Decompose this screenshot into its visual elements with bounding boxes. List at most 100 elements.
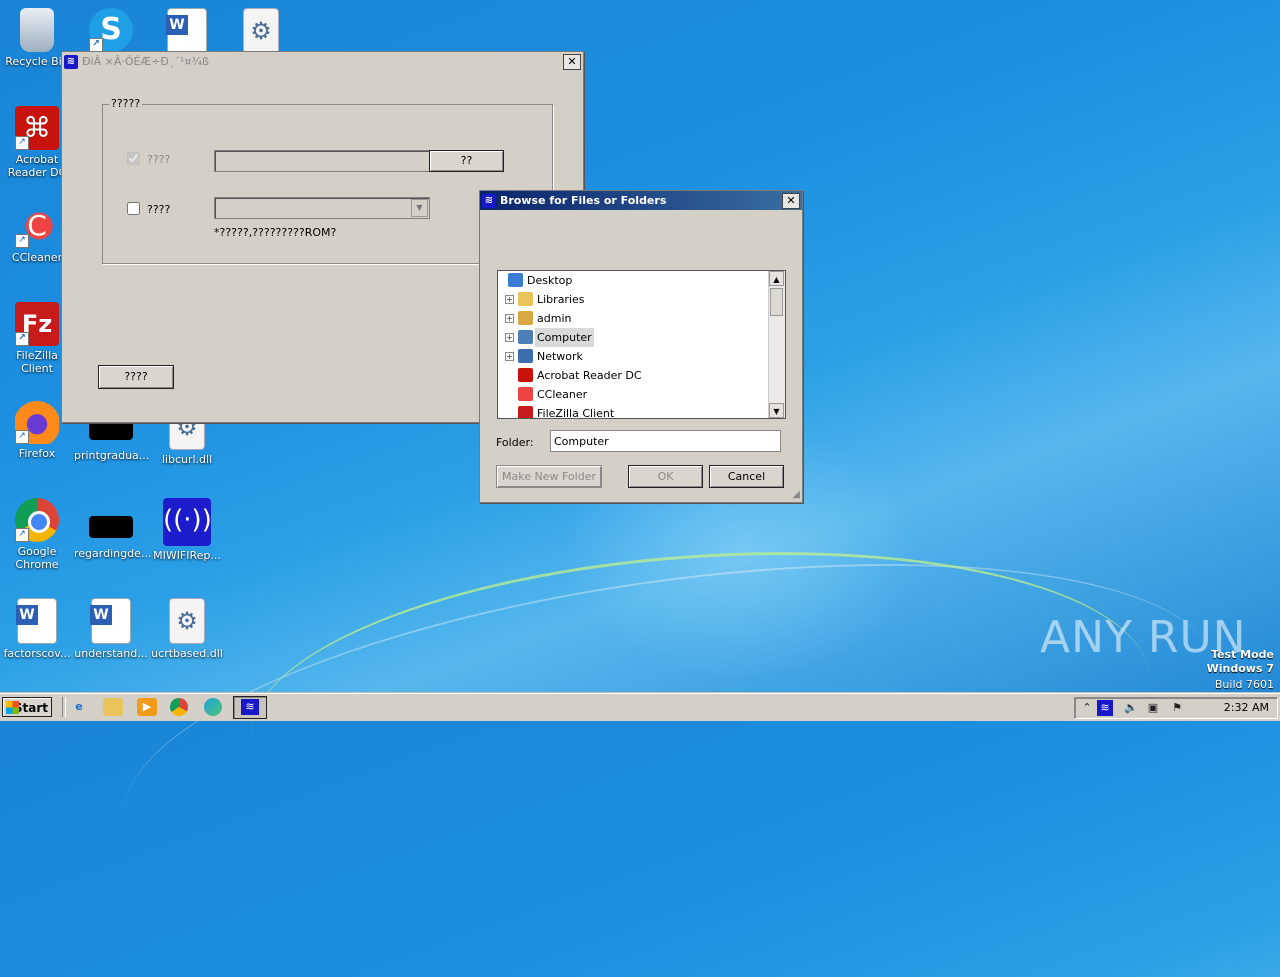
media-player-icon[interactable]: ▶ (137, 698, 157, 716)
app-action-button[interactable]: ???? (98, 365, 174, 389)
edge-icon[interactable] (204, 698, 222, 716)
desktop-icon-label: regardingde... (74, 547, 152, 560)
option2-dropdown[interactable]: ▼ (214, 197, 430, 219)
ok-button[interactable]: OK (628, 465, 703, 488)
option1-checkbox[interactable] (127, 152, 140, 165)
folder-input[interactable] (550, 430, 781, 452)
start-button[interactable]: Start (2, 697, 52, 717)
show-hidden-icons-icon[interactable]: ⌃ (1079, 700, 1095, 716)
tree-item-label: Desktop (527, 274, 573, 287)
tree-item-label: Network (537, 350, 583, 363)
desktop-icon-label: Google Chrome (15, 545, 59, 571)
option2-label: ???? (147, 203, 171, 216)
option1-label: ???? (147, 153, 171, 166)
chrome-icon[interactable] (170, 698, 188, 716)
scroll-down-icon[interactable]: ▼ (769, 403, 784, 418)
desktop-icon-label: factorscov... (3, 647, 71, 660)
desktop-icon-label: libcurl.dll (161, 453, 213, 466)
network-icon (518, 349, 533, 363)
desktop-icon-label: Firefox (18, 447, 56, 460)
option1-browse-button[interactable]: ?? (429, 150, 504, 172)
desktop-icon (508, 273, 523, 287)
shortcut-arrow-icon: ↗ (15, 136, 29, 150)
taskbar-app-button[interactable]: ≋ (233, 696, 267, 719)
expand-icon[interactable]: + (505, 352, 514, 361)
shortcut-arrow-icon: ↗ (15, 430, 29, 444)
ccleaner-icon: C ↗ (15, 204, 59, 248)
tree-item-filezilla[interactable]: FileZilla Client (498, 404, 766, 419)
option2-checkbox[interactable] (127, 202, 140, 215)
desktop-icon-dll[interactable]: ⚙ (224, 8, 298, 57)
browse-dialog: ≋ Browse for Files or Folders ✕ Desktop … (479, 190, 803, 503)
action-center-flag-icon[interactable]: ⚑ (1169, 700, 1185, 716)
tree-item-desktop[interactable]: Desktop (498, 271, 766, 290)
tree-item-label: Libraries (537, 293, 585, 306)
browse-dialog-title: Browse for Files or Folders (500, 194, 667, 207)
desktop-icon-label: understand... (74, 647, 148, 660)
folder-tree[interactable]: Desktop + Libraries + admin + Computer +… (497, 270, 786, 419)
explorer-folder-icon[interactable] (103, 698, 123, 716)
expand-icon[interactable]: + (505, 333, 514, 342)
desktop-icon-label: printgradua... (74, 449, 150, 462)
computer-icon (518, 330, 533, 344)
desktop-icon-skype[interactable]: S ↗ (74, 8, 148, 55)
resize-grip-icon[interactable]: ◢ (792, 489, 800, 500)
firefox-icon: ↗ (15, 400, 59, 444)
desktop-icon-label: ucrtbased.dll (151, 647, 223, 660)
cancel-button[interactable]: Cancel (709, 465, 784, 488)
clock[interactable]: 2:32 AM (1224, 701, 1269, 714)
black-file-icon (89, 516, 133, 538)
close-button[interactable]: ✕ (782, 192, 800, 209)
desktop-icon-miwifi[interactable]: ((·)) MIWIFIRep... (150, 498, 224, 562)
tree-item-label: FileZilla Client (537, 407, 615, 419)
desktop-icon-factorscov[interactable]: factorscov... (0, 598, 74, 660)
system-tray: ⌃ ≋ 🔈 ▣ ⚑ 2:32 AM (1074, 697, 1278, 719)
option1-path-field[interactable] (214, 150, 430, 172)
recycle-bin-icon (20, 8, 54, 52)
tree-item-label: CCleaner (537, 388, 588, 401)
chevron-down-icon[interactable]: ▼ (411, 199, 428, 217)
wifi-icon: ≋ (64, 54, 78, 69)
tree-item-network[interactable]: + Network (498, 347, 766, 366)
windows-version-label: Windows 7 (1206, 662, 1274, 675)
desktop-icon-ucrtbased[interactable]: ⚙ ucrtbased.dll (150, 598, 224, 660)
tree-item-acrobat[interactable]: Acrobat Reader DC (498, 366, 766, 385)
expand-icon[interactable]: + (505, 314, 514, 323)
skype-icon: S ↗ (89, 8, 133, 52)
desktop-icon-chrome[interactable]: ↗ Google Chrome (0, 498, 74, 571)
acrobat-icon: ⌘ ↗ (15, 106, 59, 150)
tree-item-label: Acrobat Reader DC (537, 369, 642, 382)
scroll-thumb[interactable] (770, 288, 783, 316)
wifi-icon: ≋ (482, 193, 496, 208)
desktop-icon-label: MIWIFIRep... (153, 549, 221, 562)
filezilla-icon: Fz ↗ (15, 302, 59, 346)
volume-icon[interactable]: 🔈 (1123, 700, 1139, 716)
tree-item-libraries[interactable]: + Libraries (498, 290, 766, 309)
wifi-icon[interactable]: ≋ (1097, 700, 1113, 716)
close-button[interactable]: ✕ (563, 53, 581, 70)
internet-explorer-icon[interactable]: e (69, 698, 89, 716)
desktop-icon-regardingde[interactable]: regardingde... (74, 502, 152, 560)
windows-logo-icon (6, 701, 19, 714)
expand-icon[interactable]: + (505, 295, 514, 304)
tree-item-ccleaner[interactable]: CCleaner (498, 385, 766, 404)
ccleaner-icon (518, 387, 533, 401)
build-label: Build 7601 (1214, 678, 1274, 691)
app-window-titlebar[interactable]: ≋ ÐiÂ ×Â·ÓÉÆ÷Ðͺ´¹¤¾ß ✕ (62, 52, 583, 71)
tree-scrollbar[interactable]: ▲ ▼ (768, 271, 785, 418)
folder-label: Folder: (496, 436, 534, 449)
make-new-folder-button[interactable]: Make New Folder (496, 465, 602, 488)
shortcut-arrow-icon: ↗ (89, 38, 103, 52)
desktop-icon-word-doc[interactable] (150, 8, 224, 57)
wifi-app-icon: ((·)) (163, 498, 212, 546)
word-doc-icon (16, 598, 57, 644)
scroll-up-icon[interactable]: ▲ (769, 271, 784, 286)
chrome-icon: ↗ (15, 498, 59, 542)
dll-gear-icon: ⚙ (243, 8, 279, 54)
network-icon[interactable]: ▣ (1145, 700, 1161, 716)
user-folder-icon (518, 311, 533, 325)
tree-item-admin[interactable]: + admin (498, 309, 766, 328)
tree-item-computer[interactable]: + Computer (498, 328, 766, 347)
desktop-icon-understand[interactable]: understand... (74, 598, 148, 660)
browse-dialog-titlebar[interactable]: ≋ Browse for Files or Folders ✕ (480, 191, 802, 210)
